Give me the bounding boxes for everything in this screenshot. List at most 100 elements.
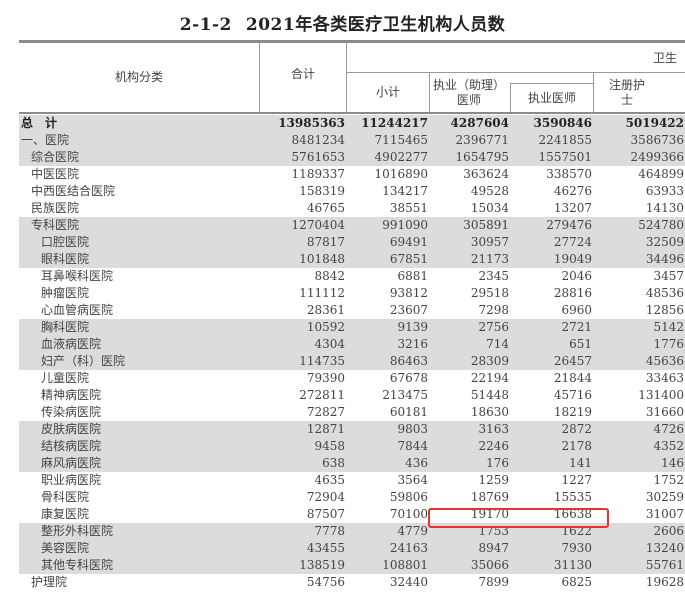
table-row: 妇产（科）医院 114735 86463 28309 26457 45636 xyxy=(19,353,685,370)
cell-total: 138519 xyxy=(299,558,345,572)
highlight-box xyxy=(428,508,609,528)
cell-total: 46765 xyxy=(306,201,345,215)
cell-total: 5761653 xyxy=(291,150,345,164)
header-group-health: 卫生 xyxy=(652,50,677,65)
cell-practicing-physician: 45716 xyxy=(553,388,592,402)
cell-practicing-assistant-physician: 51448 xyxy=(470,388,509,402)
table-row: 专科医院 1270404 991090 305891 279476 524780 xyxy=(19,217,685,234)
table-row: 综合医院 5761653 4902277 1654795 1557501 2499366 xyxy=(19,149,685,166)
table-row: 民族医院 46765 38551 15034 13207 14130 xyxy=(19,200,685,217)
cell-practicing-assistant-physician: 1259 xyxy=(478,473,509,487)
table-row: 血液病医院 4304 3216 714 651 1776 xyxy=(19,336,685,353)
cell-registered-nurse: 19628 xyxy=(645,575,684,589)
cell-practicing-physician: 6960 xyxy=(561,303,592,317)
row-label: 传染病医院 xyxy=(41,405,102,419)
cell-practicing-assistant-physician: 30957 xyxy=(470,235,509,249)
table-header-rule xyxy=(19,112,685,114)
row-label: 妇产（科）医院 xyxy=(41,354,126,368)
table-title: 2-1-2 2021年各类医疗卫生机构人员数 xyxy=(0,10,685,35)
table-row: 骨科医院 72904 59806 18769 15535 30259 xyxy=(19,489,685,506)
cell-practicing-physician: 31130 xyxy=(553,558,592,572)
cell-practicing-assistant-physician: 21173 xyxy=(470,252,509,266)
table-row: 心血管病医院 28361 23607 7298 6960 12856 xyxy=(19,302,685,319)
cell-subtotal: 24163 xyxy=(389,541,428,555)
cell-total: 8842 xyxy=(314,269,345,283)
cell-subtotal: 59806 xyxy=(389,490,428,504)
cell-total: 4304 xyxy=(314,337,345,351)
cell-subtotal: 38551 xyxy=(389,201,428,215)
header-total: 合计 xyxy=(290,66,315,81)
cell-subtotal: 436 xyxy=(405,456,428,470)
cell-subtotal: 991090 xyxy=(382,218,428,232)
cell-registered-nurse: 5142 xyxy=(653,320,684,334)
cell-registered-nurse: 5019422 xyxy=(625,116,684,130)
cell-practicing-physician: 338570 xyxy=(546,167,592,181)
row-label: 精神病医院 xyxy=(41,388,102,402)
cell-subtotal: 93812 xyxy=(389,286,428,300)
row-label: 骨科医院 xyxy=(41,490,90,504)
cell-subtotal: 60181 xyxy=(389,405,428,419)
table-row: 职业病医院 4635 3564 1259 1227 1752 xyxy=(19,472,685,489)
cell-total: 111112 xyxy=(299,286,345,300)
cell-practicing-assistant-physician: 363624 xyxy=(463,167,509,181)
cell-subtotal: 67851 xyxy=(389,252,428,266)
row-label: 综合医院 xyxy=(31,150,80,164)
cell-registered-nurse: 14130 xyxy=(645,201,684,215)
cell-registered-nurse: 524780 xyxy=(638,218,684,232)
cell-subtotal: 7115465 xyxy=(374,133,428,147)
table-row: 护理院 54756 32440 7899 6825 19628 xyxy=(19,574,685,591)
cell-practicing-assistant-physician: 3163 xyxy=(478,422,509,436)
row-label: 中医医院 xyxy=(31,167,80,181)
cell-total: 9458 xyxy=(314,439,345,453)
table-row: 胸科医院 10592 9139 2756 2721 5142 xyxy=(19,319,685,336)
cell-practicing-assistant-physician: 7899 xyxy=(478,575,509,589)
cell-subtotal: 3564 xyxy=(397,473,428,487)
cell-practicing-physician: 15535 xyxy=(553,490,592,504)
cell-registered-nurse: 3586736 xyxy=(630,133,684,147)
table-row: 美容医院 43455 24163 8947 7930 13240 xyxy=(19,540,685,557)
cell-subtotal: 4902277 xyxy=(374,150,428,164)
cell-total: 87507 xyxy=(306,507,345,521)
row-label: 心血管病医院 xyxy=(41,303,114,317)
row-label: 护理院 xyxy=(31,575,68,589)
cell-total: 87817 xyxy=(306,235,345,249)
cell-practicing-physician: 26457 xyxy=(553,354,592,368)
cell-subtotal: 213475 xyxy=(382,388,428,402)
cell-subtotal: 32440 xyxy=(389,575,428,589)
cell-total: 638 xyxy=(322,456,345,470)
cell-practicing-physician: 1227 xyxy=(561,473,592,487)
cell-practicing-physician: 19049 xyxy=(553,252,592,266)
row-label: 儿童医院 xyxy=(41,371,90,385)
cell-registered-nurse: 146 xyxy=(661,456,684,470)
cell-practicing-assistant-physician: 2345 xyxy=(478,269,509,283)
cell-practicing-physician: 1557501 xyxy=(538,150,592,164)
cell-practicing-assistant-physician: 28309 xyxy=(470,354,509,368)
row-label: 肿瘤医院 xyxy=(41,286,90,300)
cell-practicing-physician: 18219 xyxy=(553,405,592,419)
header-practicing-physician: 执业医师 xyxy=(527,90,576,105)
row-label: 其他专科医院 xyxy=(41,558,114,572)
cell-total: 158319 xyxy=(299,184,345,198)
row-label: 胸科医院 xyxy=(41,320,90,334)
cell-practicing-assistant-physician: 29518 xyxy=(470,286,509,300)
cell-practicing-physician: 21844 xyxy=(553,371,592,385)
cell-total: 72827 xyxy=(306,405,345,419)
cell-total: 43455 xyxy=(306,541,345,555)
cell-practicing-assistant-physician: 22194 xyxy=(470,371,509,385)
cell-practicing-physician: 279476 xyxy=(546,218,592,232)
table-row: 一、医院 8481234 7115465 2396771 2241855 3586736 xyxy=(19,132,685,149)
cell-registered-nurse: 4726 xyxy=(653,422,684,436)
row-label: 中西医结合医院 xyxy=(31,184,116,198)
row-label: 职业病医院 xyxy=(41,473,102,487)
cell-registered-nurse: 30259 xyxy=(645,490,684,504)
cell-practicing-assistant-physician: 49528 xyxy=(470,184,509,198)
cell-subtotal: 86463 xyxy=(389,354,428,368)
table-row: 皮肤病医院 12871 9803 3163 2872 4726 xyxy=(19,421,685,438)
row-label: 民族医院 xyxy=(31,201,80,215)
row-label: 口腔医院 xyxy=(41,235,90,249)
header-category: 机构分类 xyxy=(114,70,163,84)
cell-subtotal: 11244217 xyxy=(361,116,428,130)
row-label: 皮肤病医院 xyxy=(41,422,102,436)
cell-total: 272811 xyxy=(299,388,345,402)
cell-subtotal: 3216 xyxy=(397,337,428,351)
